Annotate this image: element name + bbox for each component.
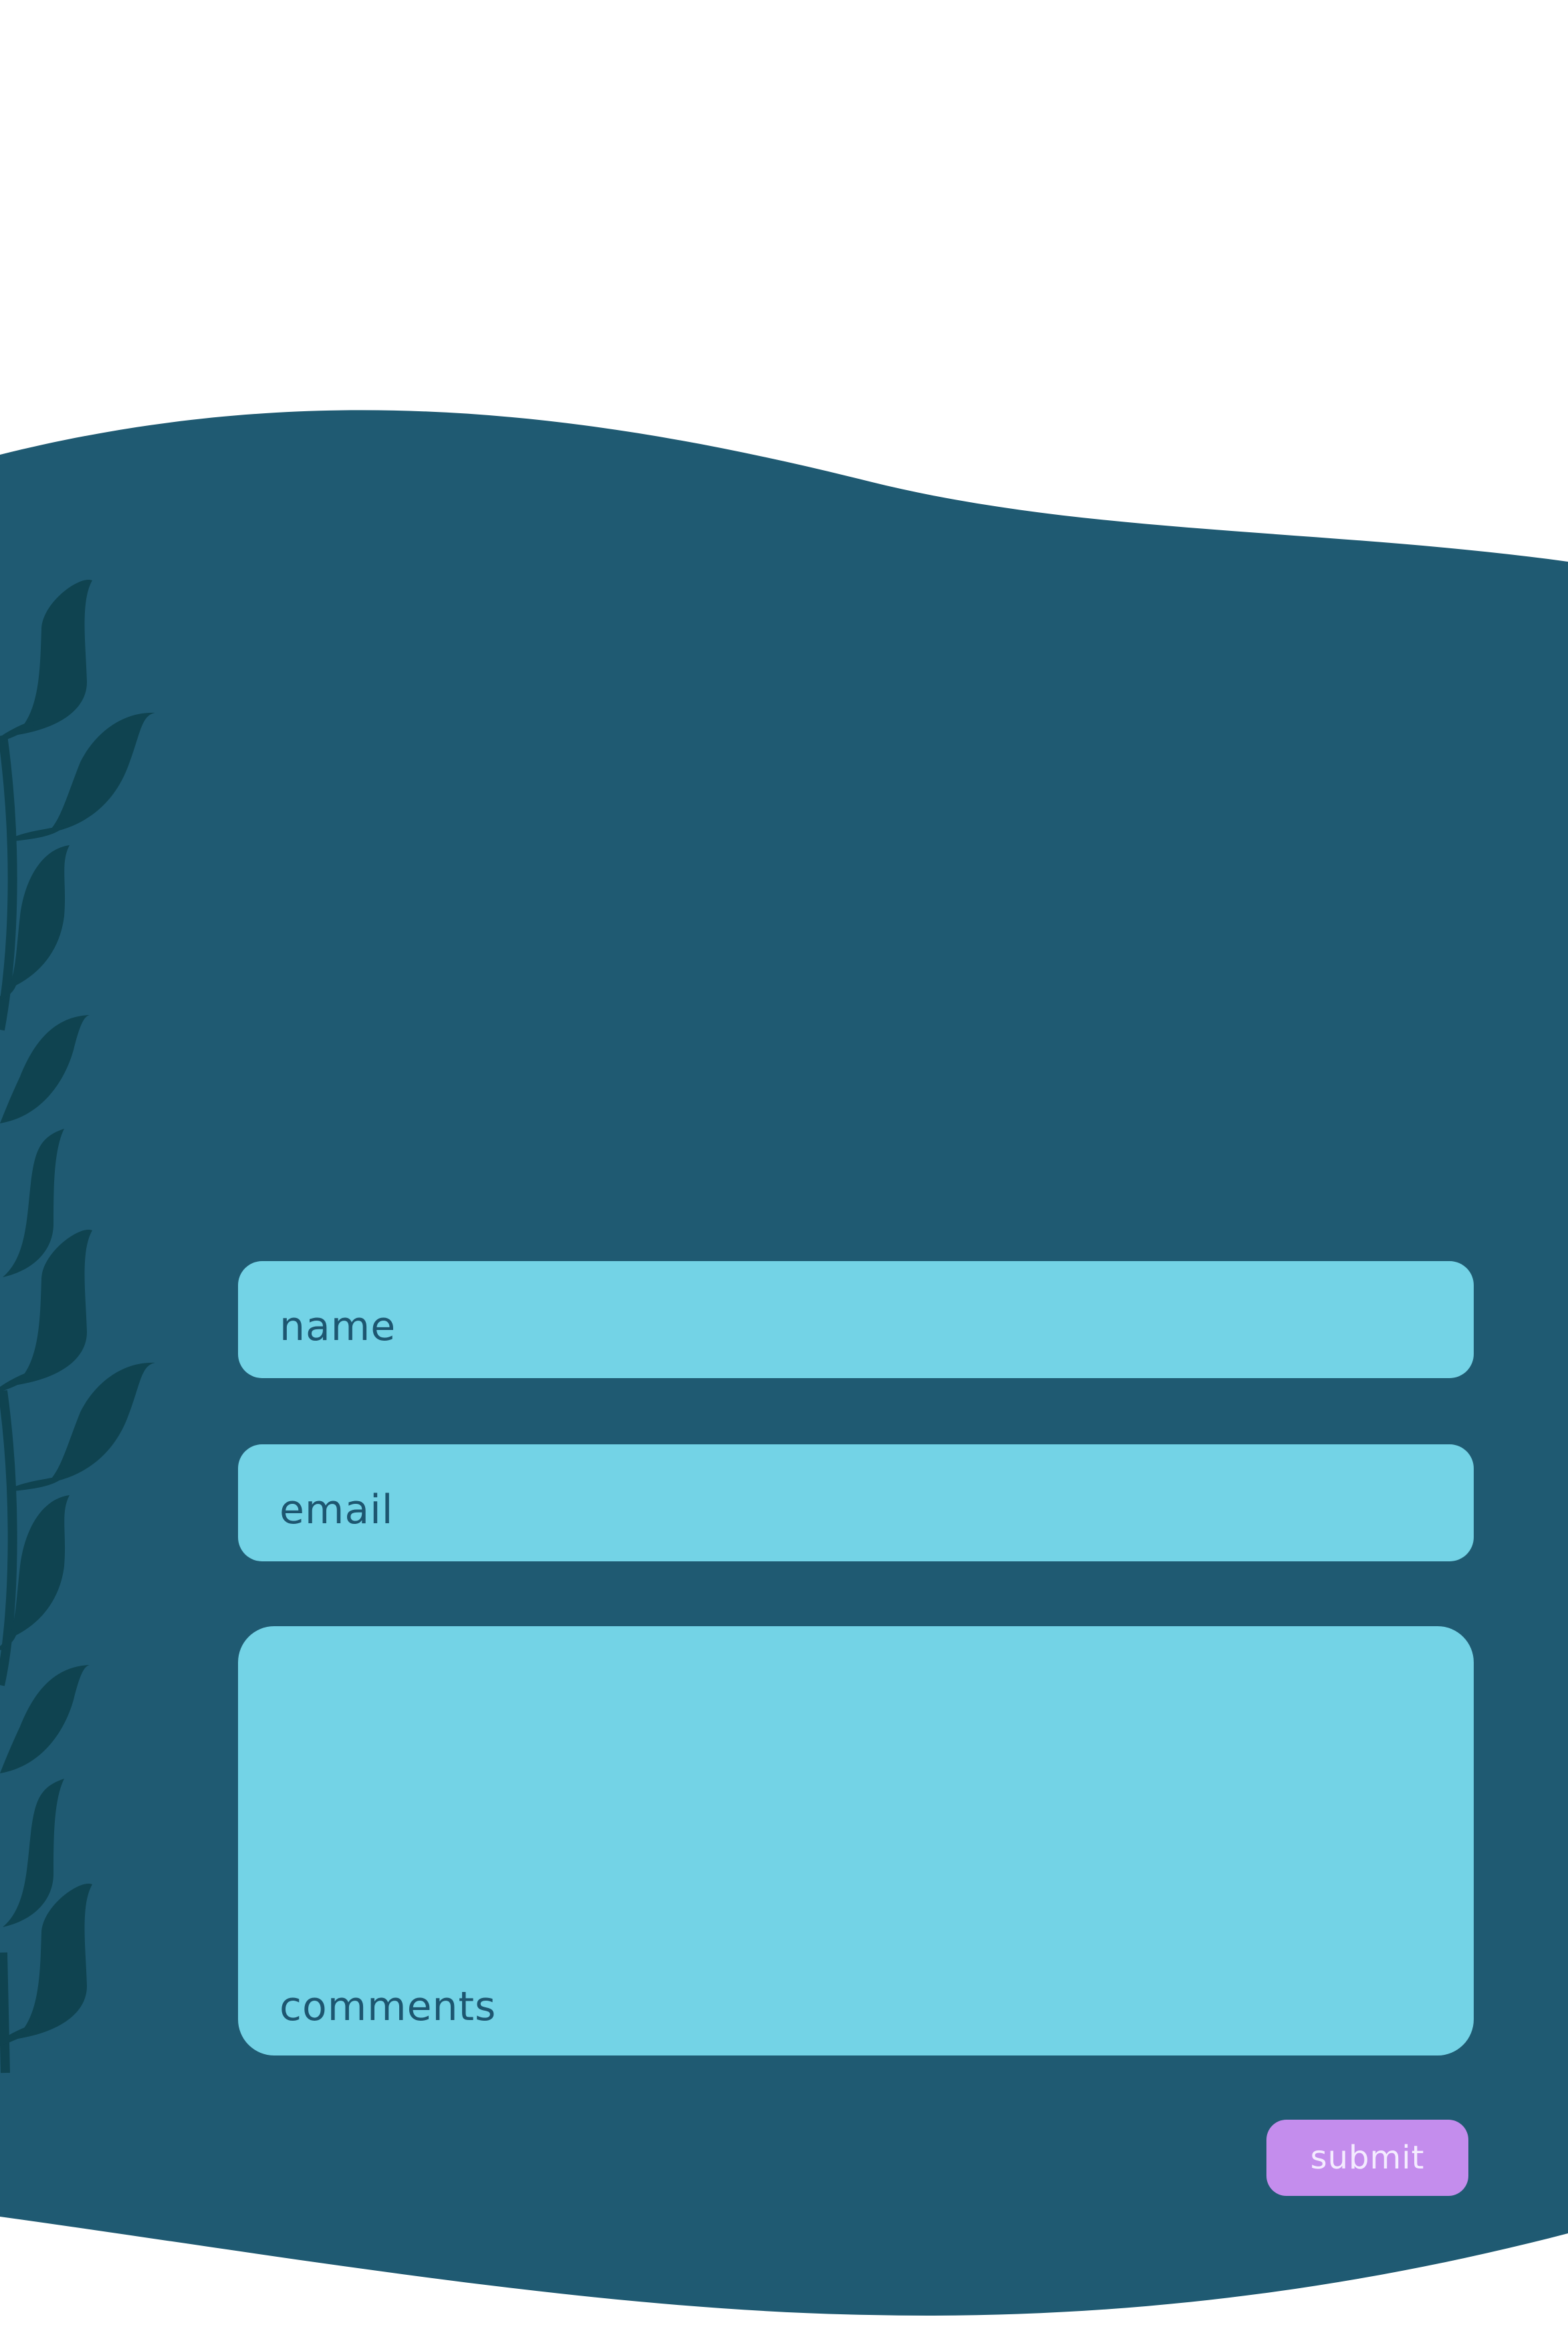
email-placeholder: email (279, 1486, 394, 1533)
submit-button[interactable]: submit (1266, 2120, 1468, 2196)
comments-placeholder: comments (279, 1983, 497, 2030)
comments-textarea[interactable]: comments (238, 1626, 1474, 2055)
email-input[interactable]: email (238, 1444, 1474, 1561)
name-placeholder: name (279, 1303, 397, 1350)
name-input[interactable]: name (238, 1261, 1474, 1378)
